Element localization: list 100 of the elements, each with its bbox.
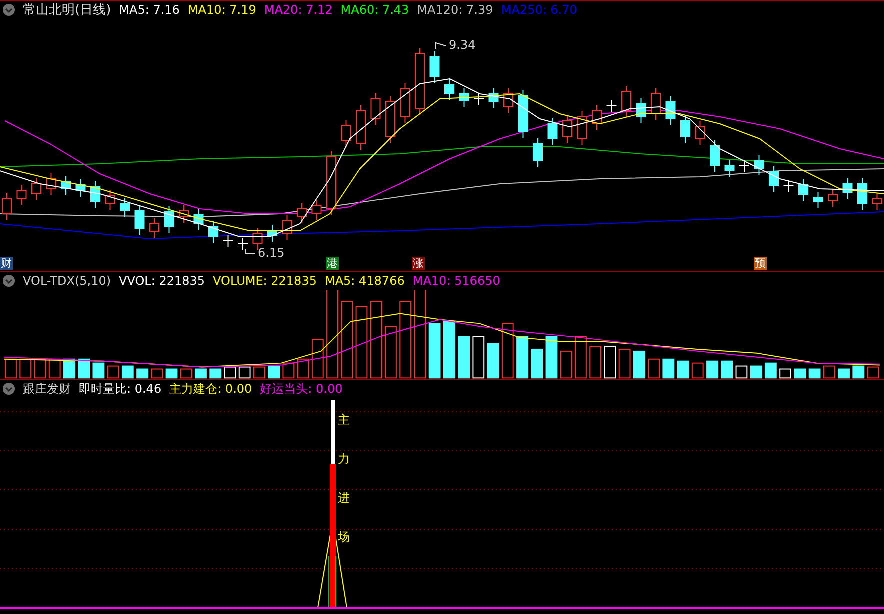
candlestick xyxy=(651,88,661,120)
volume-bar xyxy=(736,366,748,378)
volume-bar xyxy=(721,360,734,378)
volume-bar xyxy=(575,336,587,378)
volume-bar xyxy=(487,342,500,378)
candlestick xyxy=(90,180,100,208)
volume-bar xyxy=(210,368,222,378)
indicator-title: VOL-TDX(5,10) xyxy=(23,274,112,288)
indicator-value: 即时量比: 0.46 xyxy=(79,380,162,398)
price-label: 6.15 xyxy=(258,246,285,257)
volume-bar xyxy=(590,346,602,378)
volume-bar xyxy=(472,336,485,378)
volume-bar xyxy=(794,368,806,378)
candlestick xyxy=(415,48,425,116)
candlestick xyxy=(134,204,145,236)
dropdown-icon[interactable] xyxy=(3,4,15,16)
signal-text: 主力进场 xyxy=(338,412,350,546)
dropdown-icon[interactable] xyxy=(3,274,15,287)
volume-bar xyxy=(560,350,572,378)
volume-bar xyxy=(502,323,514,378)
candlestick xyxy=(61,176,71,196)
indicator-value: 好运当头: 0.00 xyxy=(260,380,343,398)
indicator-value: MA250: 6.70 xyxy=(501,3,578,17)
candlestick xyxy=(504,88,514,114)
volume-bar xyxy=(282,362,295,378)
indicator-value: MA10: 7.19 xyxy=(188,3,256,17)
candlestick xyxy=(858,178,868,210)
candlestick xyxy=(430,50,440,84)
candlestick xyxy=(474,92,484,106)
event-tag[interactable]: 涨 xyxy=(412,257,425,270)
volume-bar xyxy=(20,358,32,378)
volume-bar xyxy=(867,366,880,378)
volume-bar xyxy=(297,358,310,378)
event-tag[interactable]: 预 xyxy=(754,257,767,270)
volume-bar xyxy=(516,336,528,378)
event-tag[interactable]: 财 xyxy=(0,257,13,270)
candlestick xyxy=(577,110,588,146)
indicator-value: MA120: 7.39 xyxy=(417,3,494,17)
volume-bar xyxy=(34,358,46,378)
candlestick xyxy=(842,178,853,200)
event-tag[interactable]: 港 xyxy=(326,257,339,270)
candlestick xyxy=(562,114,572,144)
indicator-value: MA5: 7.16 xyxy=(119,3,180,17)
volume-bar xyxy=(633,350,646,378)
volume-bar xyxy=(224,366,236,378)
volume-bar xyxy=(662,358,675,378)
candlestick xyxy=(488,88,499,108)
leader-line xyxy=(246,248,256,254)
candlestick xyxy=(76,178,86,198)
indicator-title: 常山北明(日线) xyxy=(23,2,112,19)
candlestick xyxy=(282,214,292,240)
volume-bar xyxy=(122,366,134,378)
volume-bar xyxy=(268,366,280,378)
candlestick xyxy=(798,178,808,202)
indicator-value: VOLUME: 221835 xyxy=(213,274,317,288)
candlestick xyxy=(739,160,750,172)
candlestick xyxy=(400,82,410,124)
candlestick xyxy=(150,218,160,238)
volume-bar xyxy=(780,368,792,378)
candlestick xyxy=(297,202,307,224)
candlestick xyxy=(312,200,322,220)
volume-bar xyxy=(546,336,558,378)
candlestick xyxy=(813,192,824,208)
candlestick xyxy=(459,88,470,108)
candlestick xyxy=(606,100,618,112)
candlestick xyxy=(32,178,42,200)
indicator-value: MA5: 418766 xyxy=(324,274,405,288)
volume-bar xyxy=(648,358,660,378)
volume-bar xyxy=(706,360,718,378)
volume-bar xyxy=(750,366,762,378)
volume-bar xyxy=(238,366,251,378)
price-label: 9.34 xyxy=(449,38,476,52)
volume-bar xyxy=(677,360,690,378)
indicator-value: MA60: 7.43 xyxy=(340,3,410,17)
volume-bar xyxy=(166,368,178,378)
volume-bar xyxy=(78,358,90,378)
volume-bar xyxy=(136,368,148,378)
candlestick xyxy=(695,120,706,146)
candlestick xyxy=(16,184,27,206)
volume-bar xyxy=(838,368,850,378)
candlestick xyxy=(769,166,779,192)
volume-bar xyxy=(531,348,544,378)
candlestick xyxy=(105,190,116,210)
candlestick xyxy=(356,104,366,150)
volume-bar xyxy=(428,323,441,378)
volume-bar xyxy=(604,346,616,378)
candlestick xyxy=(268,224,278,242)
volume-bar xyxy=(443,321,456,378)
candlestick xyxy=(120,198,130,218)
candlestick xyxy=(710,140,720,172)
dropdown-icon[interactable] xyxy=(3,383,15,395)
volume-bar xyxy=(852,366,865,378)
candlestick xyxy=(680,114,690,144)
volume-bar xyxy=(618,348,631,378)
candlestick xyxy=(783,180,794,192)
candlestick xyxy=(222,234,234,248)
candlestick xyxy=(179,204,189,224)
candlestick xyxy=(444,78,454,100)
candlestick xyxy=(341,120,352,148)
candlestick xyxy=(622,86,632,118)
